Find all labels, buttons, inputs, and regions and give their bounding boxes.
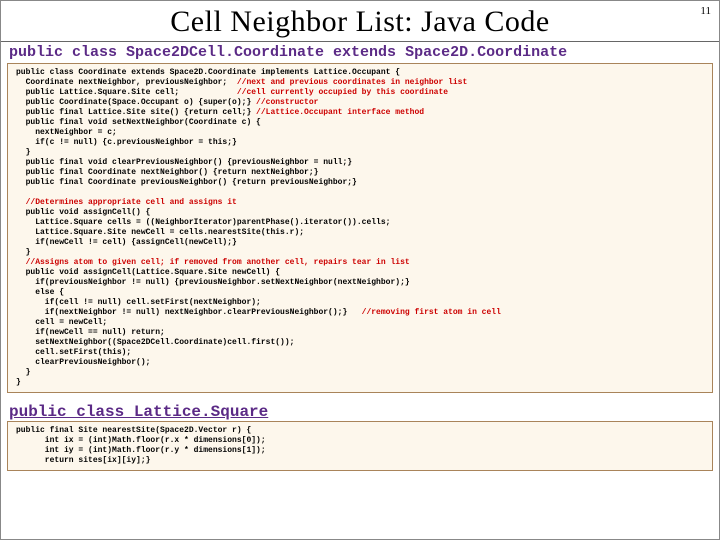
slide: 11 Cell Neighbor List: Java Code public …	[0, 0, 720, 540]
code-text: public void assignCell() { Lattice.Squar…	[16, 208, 390, 257]
code-text: public final Lattice.Site site() {return…	[16, 108, 256, 117]
code-text: public Coordinate(Space.Occupant o) {sup…	[16, 98, 256, 107]
code-text: public void assignCell(Lattice.Square.Si…	[16, 268, 410, 317]
page-number: 11	[700, 5, 711, 17]
code-comment: //Assigns atom to given cell; if removed…	[16, 258, 410, 267]
code-comment: //next and previous coordinates in neigh…	[237, 78, 467, 87]
class-heading-1: public class Space2DCell.Coordinate exte…	[1, 42, 719, 63]
code-comment: //constructor	[256, 98, 318, 107]
class-heading-2: public class Lattice.Square	[1, 397, 719, 421]
slide-title: Cell Neighbor List: Java Code	[1, 5, 719, 39]
code-text: public final void setNextNeighbor(Coordi…	[16, 118, 357, 187]
code-text: cell = newCell; if(newCell == null) retu…	[16, 318, 294, 387]
code-comment: //Lattice.Occupant interface method	[256, 108, 424, 117]
code-comment: //removing first atom in cell	[362, 308, 501, 317]
code-comment: //Determines appropriate cell and assign…	[16, 198, 237, 207]
code-text: public final Site nearestSite(Space2D.Ve…	[16, 426, 266, 465]
code-comment: //cell currently occupied by this coordi…	[237, 88, 448, 97]
code-block-1: public class Coordinate extends Space2D.…	[7, 63, 713, 393]
code-text: public Lattice.Square.Site cell;	[16, 88, 237, 97]
code-block-2: public final Site nearestSite(Space2D.Ve…	[7, 421, 713, 471]
